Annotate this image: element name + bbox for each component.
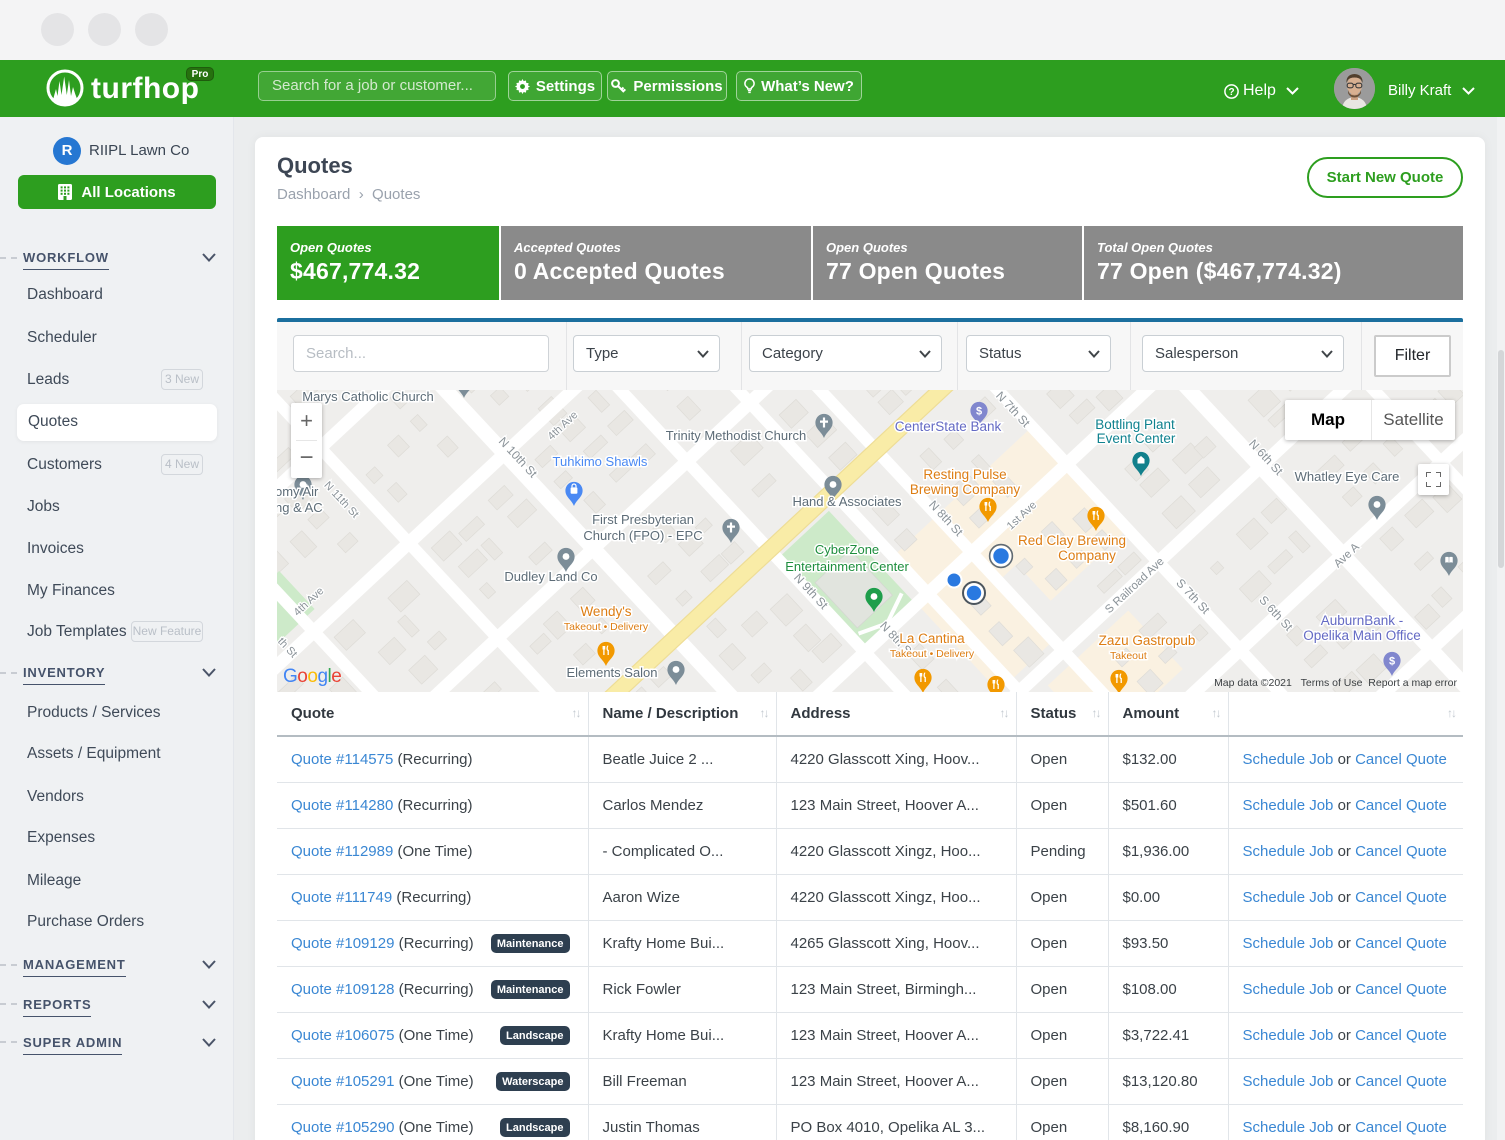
svg-text:First Presbyterian: First Presbyterian [592,512,694,527]
svg-text:Red Clay Brewing: Red Clay Brewing [1018,533,1126,548]
svg-text:Takeout • Delivery: Takeout • Delivery [564,621,649,633]
svg-text:Opelika Main Office: Opelika Main Office [1303,628,1421,643]
svg-text:Tuhkimo Shawls: Tuhkimo Shawls [553,454,648,469]
svg-text:CenterState Bank: CenterState Bank [895,419,1002,434]
svg-text:$: $ [976,406,982,418]
svg-text:ng & AC: ng & AC [277,500,323,515]
svg-text:Resting Pulse: Resting Pulse [923,467,1006,482]
svg-text:CyberZone: CyberZone [815,542,879,557]
svg-text:Entertainment Center: Entertainment Center [785,559,909,574]
svg-text:Hand & Associates: Hand & Associates [792,494,902,509]
svg-text:La Cantina: La Cantina [899,631,965,646]
svg-text:Marys Catholic Church: Marys Catholic Church [302,390,434,404]
svg-text:Elements Salon: Elements Salon [566,665,657,680]
svg-text:Zazu Gastropub: Zazu Gastropub [1099,633,1196,648]
svg-text:Company: Company [1058,548,1116,563]
svg-text:?: ? [1228,87,1234,98]
svg-text:Trinity Methodist Church: Trinity Methodist Church [666,428,806,443]
svg-text:Church (FPO) - EPC: Church (FPO) - EPC [583,528,702,543]
svg-text:Whatley Eye Care: Whatley Eye Care [1295,469,1400,484]
svg-text:Event Center: Event Center [1097,431,1176,446]
svg-text:omy Air: omy Air [277,484,319,499]
svg-text:Brewing Company: Brewing Company [910,482,1021,497]
svg-text:Takeout: Takeout [1110,650,1147,662]
svg-text:$: $ [1389,656,1395,668]
svg-text:Bottling Plant: Bottling Plant [1095,417,1175,432]
svg-text:Dudley Land Co: Dudley Land Co [504,569,597,584]
svg-text:Wendy's: Wendy's [580,604,631,619]
svg-text:Takeout • Delivery: Takeout • Delivery [890,648,975,660]
svg-text:AuburnBank -: AuburnBank - [1321,613,1404,628]
